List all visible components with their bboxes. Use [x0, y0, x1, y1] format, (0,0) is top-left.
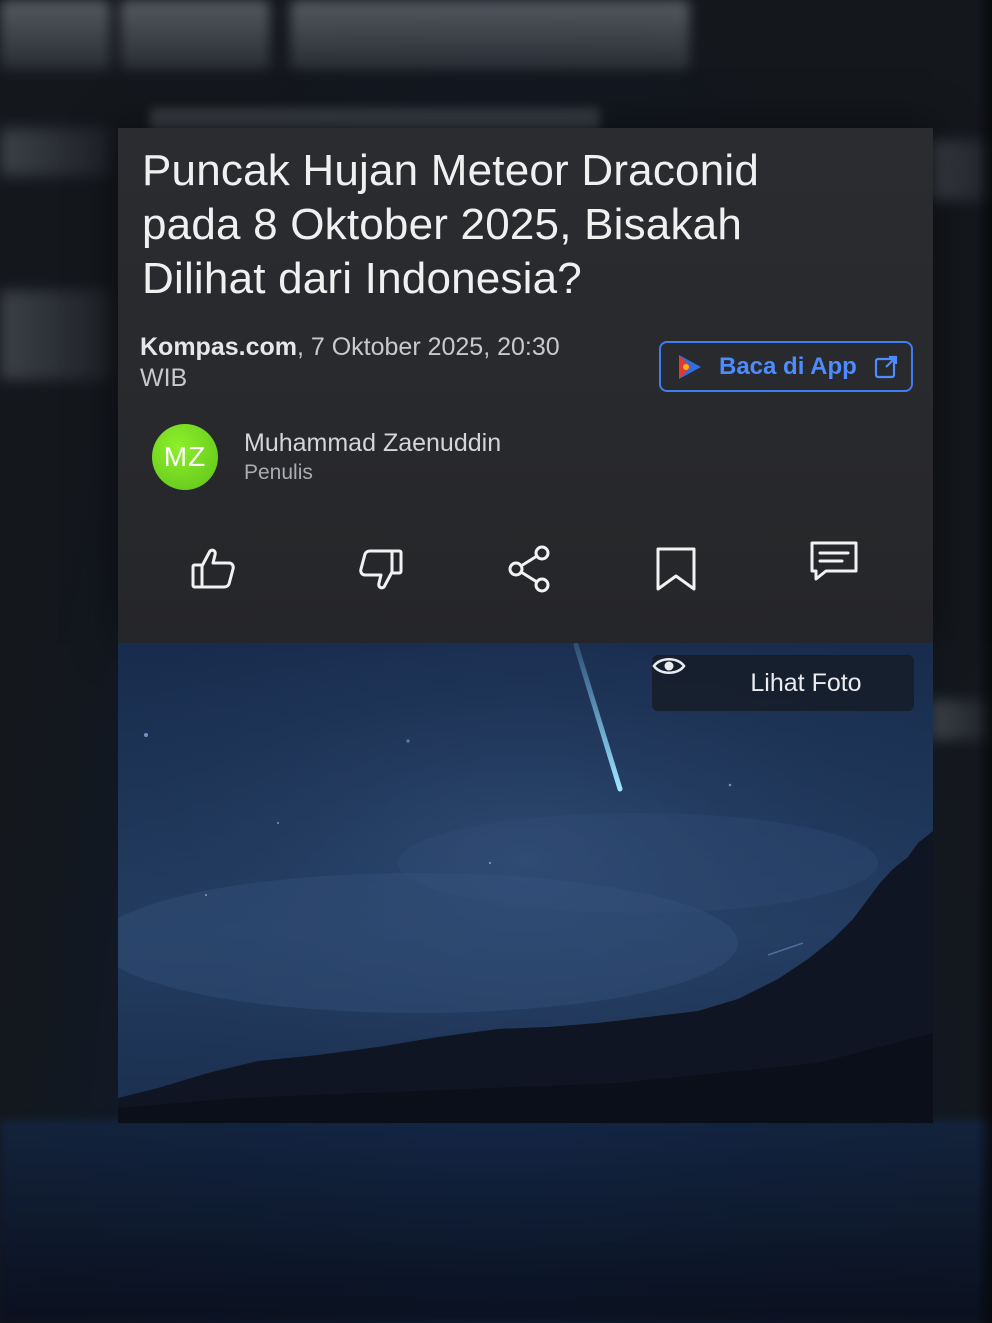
background-bottom-haze — [0, 1120, 992, 1323]
dislike-button[interactable] — [350, 541, 410, 601]
external-link-icon — [873, 354, 899, 380]
read-in-app-label: Baca di App — [719, 352, 857, 380]
share-button[interactable] — [500, 541, 560, 601]
background-blurred-text — [150, 108, 600, 130]
author-block[interactable]: MZ Muhammad Zaenuddin Penulis — [152, 424, 501, 490]
like-button[interactable] — [184, 541, 244, 601]
article-card: Puncak Hujan Meteor Draconid pada 8 Okto… — [118, 128, 933, 643]
read-in-app-button[interactable]: Baca di App — [659, 341, 913, 392]
article-headline: Puncak Hujan Meteor Draconid pada 8 Okto… — [142, 146, 760, 303]
author-name[interactable]: Muhammad Zaenuddin — [244, 427, 501, 459]
article-action-bar — [118, 533, 933, 613]
article-meta: Kompas.com, 7 Oktober 2025, 20:30 WIB — [140, 332, 610, 394]
view-photo-button[interactable]: Lihat Foto — [652, 655, 914, 711]
article-photo[interactable]: Lihat Foto — [118, 643, 933, 1123]
background-blurred-text — [0, 290, 110, 380]
kompas-app-icon — [673, 351, 705, 383]
share-icon — [504, 543, 556, 600]
meteor-night-sky-image — [118, 643, 933, 1123]
avatar[interactable]: MZ — [152, 424, 218, 490]
view-photo-label: Lihat Foto — [750, 668, 862, 697]
bookmark-button[interactable] — [646, 541, 706, 601]
background-blurred-header — [0, 0, 992, 90]
author-role: Penulis — [244, 461, 313, 484]
eye-icon — [652, 657, 738, 694]
thumbs-down-icon — [354, 543, 406, 600]
background-edge-shadow — [976, 0, 992, 1323]
comment-button[interactable] — [804, 535, 864, 595]
background-blurred-text — [0, 128, 110, 176]
screen: Puncak Hujan Meteor Draconid pada 8 Okto… — [0, 0, 992, 1323]
bookmark-icon — [650, 543, 702, 600]
comment-icon — [808, 537, 860, 594]
thumbs-up-icon — [188, 543, 240, 600]
article-source[interactable]: Kompas.com — [140, 333, 297, 361]
